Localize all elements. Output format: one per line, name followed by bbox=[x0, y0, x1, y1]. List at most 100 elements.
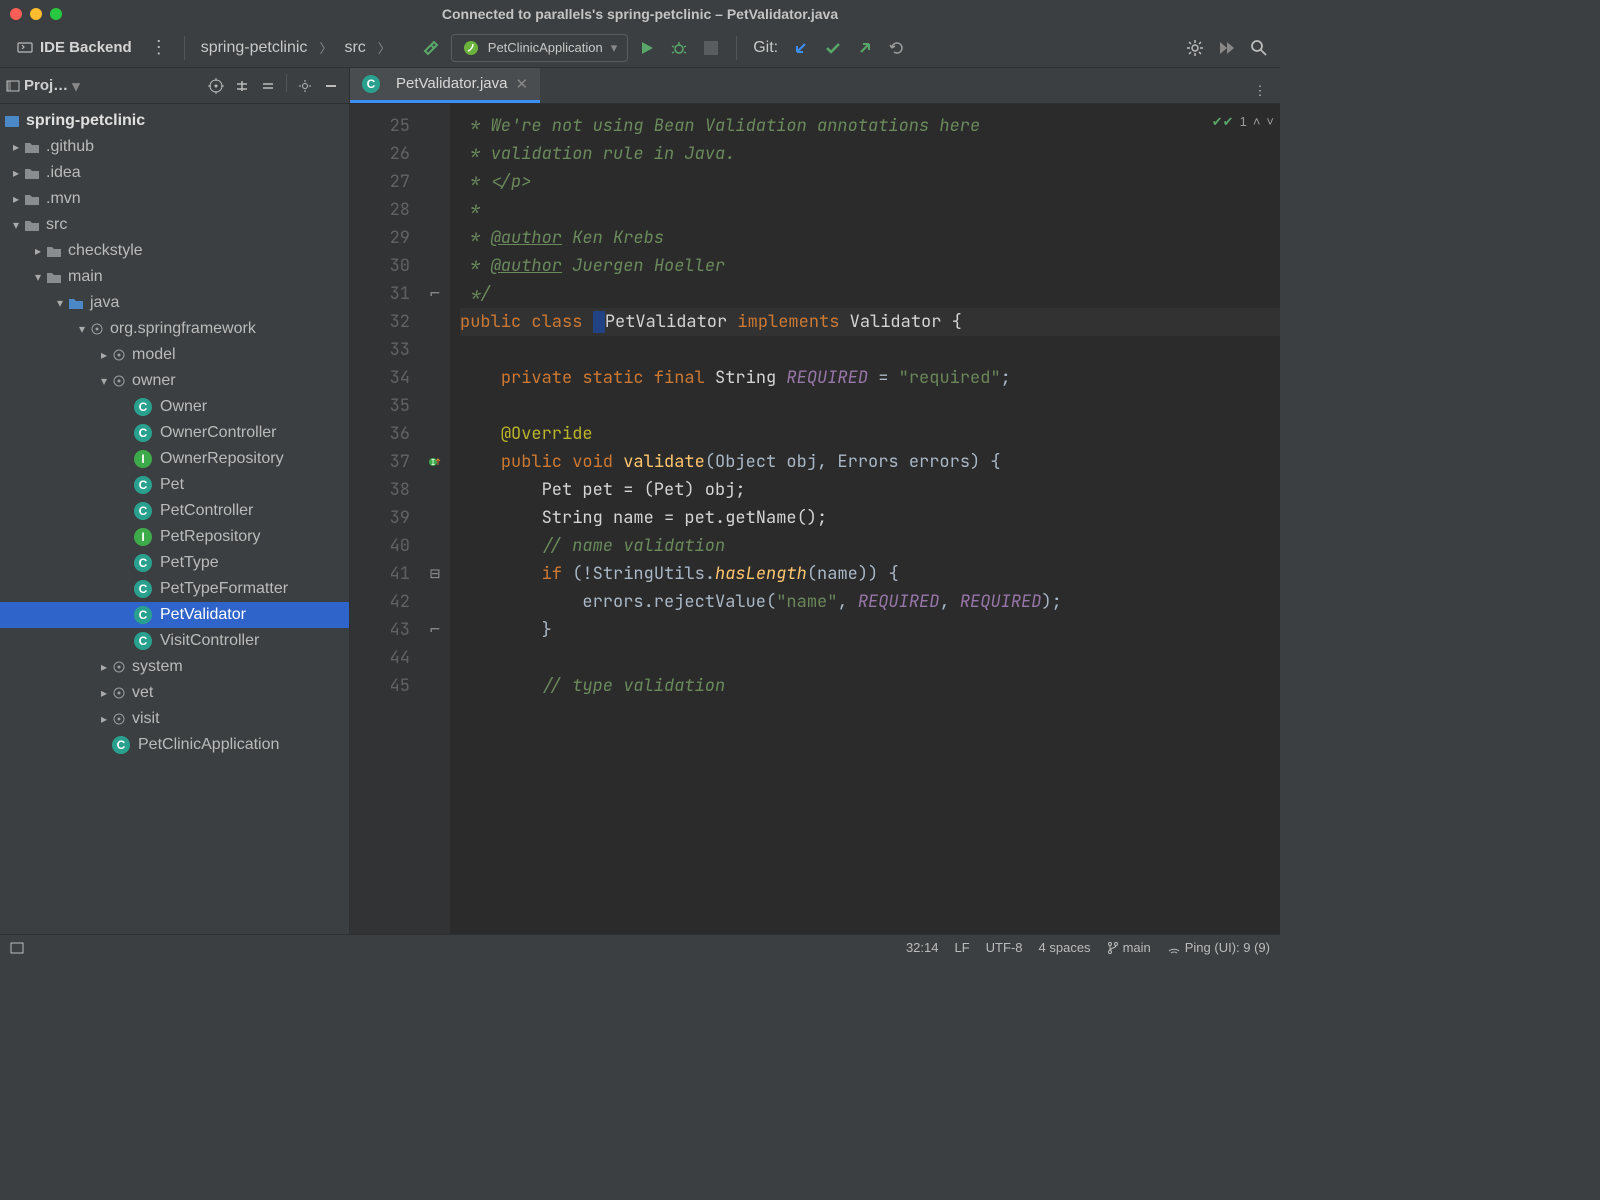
chevron-down-icon[interactable]: ˅ bbox=[1266, 108, 1274, 136]
chevron-right-icon[interactable]: ▸ bbox=[96, 686, 112, 700]
collapse-all-button[interactable] bbox=[256, 74, 280, 98]
editor-tab-active[interactable]: C PetValidator.java ✕ bbox=[350, 68, 540, 103]
tree-item[interactable]: COwner bbox=[0, 394, 349, 420]
tree-item[interactable]: ▾org.springframework bbox=[0, 316, 349, 342]
breadcrumb-src[interactable]: src bbox=[340, 37, 369, 59]
chevron-up-icon[interactable]: ˄ bbox=[1253, 108, 1261, 136]
tree-root[interactable]: spring-petclinic bbox=[0, 108, 349, 134]
hide-tool-button[interactable] bbox=[319, 74, 343, 98]
git-commit-button[interactable] bbox=[820, 35, 846, 61]
code-line[interactable]: // type validation bbox=[460, 672, 1280, 700]
code-line[interactable]: Pet pet = (Pet) obj; bbox=[460, 476, 1280, 504]
code-line[interactable]: * </p> bbox=[460, 168, 1280, 196]
caret-position[interactable]: 32:14 bbox=[906, 940, 939, 955]
inspection-widget[interactable]: ✔✔ 1 ˄ ˅ bbox=[1212, 108, 1274, 136]
code-line[interactable]: public class PetValidator implements Val… bbox=[460, 308, 1280, 336]
code-line[interactable]: @Override bbox=[460, 420, 1280, 448]
editor-body[interactable]: 2526272829303132333435363738394041424344… bbox=[350, 104, 1280, 934]
ping-indicator[interactable]: Ping (UI): 9 (9) bbox=[1167, 940, 1270, 955]
run-config-selector[interactable]: PetClinicApplication ▾ bbox=[451, 34, 628, 62]
chevron-right-icon[interactable]: ▸ bbox=[8, 140, 24, 154]
tree-item[interactable]: CPetType bbox=[0, 550, 349, 576]
build-button[interactable] bbox=[419, 35, 445, 61]
line-separator[interactable]: LF bbox=[955, 940, 970, 955]
expand-all-button[interactable] bbox=[230, 74, 254, 98]
project-tree[interactable]: spring-petclinic ▸.github▸.idea▸.mvn▾src… bbox=[0, 104, 349, 934]
project-title[interactable]: Proj… ▾ bbox=[6, 77, 80, 95]
code-line[interactable]: * bbox=[460, 196, 1280, 224]
tree-item[interactable]: CPetController bbox=[0, 498, 349, 524]
chevron-right-icon[interactable]: ▸ bbox=[8, 192, 24, 206]
code-line[interactable]: } bbox=[460, 616, 1280, 644]
tree-item[interactable]: IOwnerRepository bbox=[0, 446, 349, 472]
tree-item[interactable]: CPetValidator bbox=[0, 602, 349, 628]
chevron-right-icon[interactable]: ▸ bbox=[8, 166, 24, 180]
code-line[interactable] bbox=[460, 336, 1280, 364]
more-icon[interactable]: ⋮ bbox=[146, 35, 172, 61]
minimize-window-button[interactable] bbox=[30, 8, 42, 20]
tree-item[interactable]: ▾owner bbox=[0, 368, 349, 394]
code-line[interactable]: // name validation bbox=[460, 532, 1280, 560]
tree-item[interactable]: IPetRepository bbox=[0, 524, 349, 550]
chevron-down-icon[interactable]: ▾ bbox=[52, 296, 68, 310]
code-line[interactable]: if (!StringUtils.hasLength(name)) { bbox=[460, 560, 1280, 588]
file-encoding[interactable]: UTF-8 bbox=[986, 940, 1023, 955]
tool-settings-button[interactable] bbox=[293, 74, 317, 98]
tree-item[interactable]: ▸.github bbox=[0, 134, 349, 160]
code-line[interactable]: */ bbox=[460, 280, 1280, 308]
fullscreen-window-button[interactable] bbox=[50, 8, 62, 20]
chevron-down-icon[interactable]: ▾ bbox=[74, 322, 90, 336]
chevron-right-icon[interactable]: ▸ bbox=[96, 660, 112, 674]
tree-item[interactable]: CPetTypeFormatter bbox=[0, 576, 349, 602]
chevron-down-icon[interactable]: ▾ bbox=[96, 374, 112, 388]
fold-column[interactable]: ⌐I⊟⌐ bbox=[420, 104, 450, 934]
code-line[interactable]: * @author Ken Krebs bbox=[460, 224, 1280, 252]
tree-item[interactable]: ▾src bbox=[0, 212, 349, 238]
tree-item[interactable]: ▸checkstyle bbox=[0, 238, 349, 264]
git-push-button[interactable] bbox=[852, 35, 878, 61]
git-branch[interactable]: main bbox=[1107, 940, 1151, 955]
settings-button[interactable] bbox=[1182, 35, 1208, 61]
tab-more-button[interactable]: ⋮ bbox=[1248, 79, 1272, 103]
fold-handle[interactable]: ⌐ bbox=[420, 616, 450, 644]
tree-item[interactable]: CPet bbox=[0, 472, 349, 498]
tree-item[interactable]: ▸visit bbox=[0, 706, 349, 732]
chevron-down-icon[interactable]: ▾ bbox=[8, 218, 24, 232]
tool-window-quick-access[interactable] bbox=[10, 941, 24, 955]
chevron-down-icon[interactable]: ▾ bbox=[30, 270, 46, 284]
close-tab-button[interactable]: ✕ bbox=[515, 75, 528, 93]
tree-item[interactable]: ▸system bbox=[0, 654, 349, 680]
code-line[interactable] bbox=[460, 644, 1280, 672]
code-line[interactable]: * @author Juergen Hoeller bbox=[460, 252, 1280, 280]
close-window-button[interactable] bbox=[10, 8, 22, 20]
indent-settings[interactable]: 4 spaces bbox=[1039, 940, 1091, 955]
git-pull-button[interactable] bbox=[788, 35, 814, 61]
code-line[interactable]: * We're not using Bean Validation annota… bbox=[460, 112, 1280, 140]
fold-handle[interactable]: I bbox=[420, 448, 450, 476]
code-line[interactable]: errors.rejectValue("name", REQUIRED, REQ… bbox=[460, 588, 1280, 616]
breadcrumb-root[interactable]: spring-petclinic bbox=[197, 37, 312, 59]
tree-item[interactable]: COwnerController bbox=[0, 420, 349, 446]
fold-handle[interactable]: ⊟ bbox=[420, 560, 450, 588]
tree-item[interactable]: ▾java bbox=[0, 290, 349, 316]
stop-button[interactable] bbox=[698, 35, 724, 61]
tree-item[interactable]: ▸.idea bbox=[0, 160, 349, 186]
code-area[interactable]: ✔✔ 1 ˄ ˅ * We're not using Bean Validati… bbox=[450, 104, 1280, 934]
select-opened-file-button[interactable] bbox=[204, 74, 228, 98]
chevron-right-icon[interactable]: ▸ bbox=[96, 348, 112, 362]
code-line[interactable] bbox=[460, 392, 1280, 420]
debug-button[interactable] bbox=[666, 35, 692, 61]
tree-item[interactable]: ▸.mvn bbox=[0, 186, 349, 212]
tree-item[interactable]: ▾main bbox=[0, 264, 349, 290]
search-everywhere-button[interactable] bbox=[1246, 35, 1272, 61]
ide-backend-button[interactable]: IDE Backend bbox=[8, 35, 140, 61]
git-history-button[interactable] bbox=[884, 35, 910, 61]
tree-item[interactable]: ▸vet bbox=[0, 680, 349, 706]
run-anything-button[interactable] bbox=[1214, 35, 1240, 61]
code-line[interactable]: private static final String REQUIRED = "… bbox=[460, 364, 1280, 392]
run-button[interactable] bbox=[634, 35, 660, 61]
chevron-right-icon[interactable]: ▸ bbox=[30, 244, 46, 258]
code-line[interactable]: public void validate(Object obj, Errors … bbox=[460, 448, 1280, 476]
code-line[interactable]: * validation rule in Java. bbox=[460, 140, 1280, 168]
tree-item[interactable]: CPetClinicApplication bbox=[0, 732, 349, 758]
